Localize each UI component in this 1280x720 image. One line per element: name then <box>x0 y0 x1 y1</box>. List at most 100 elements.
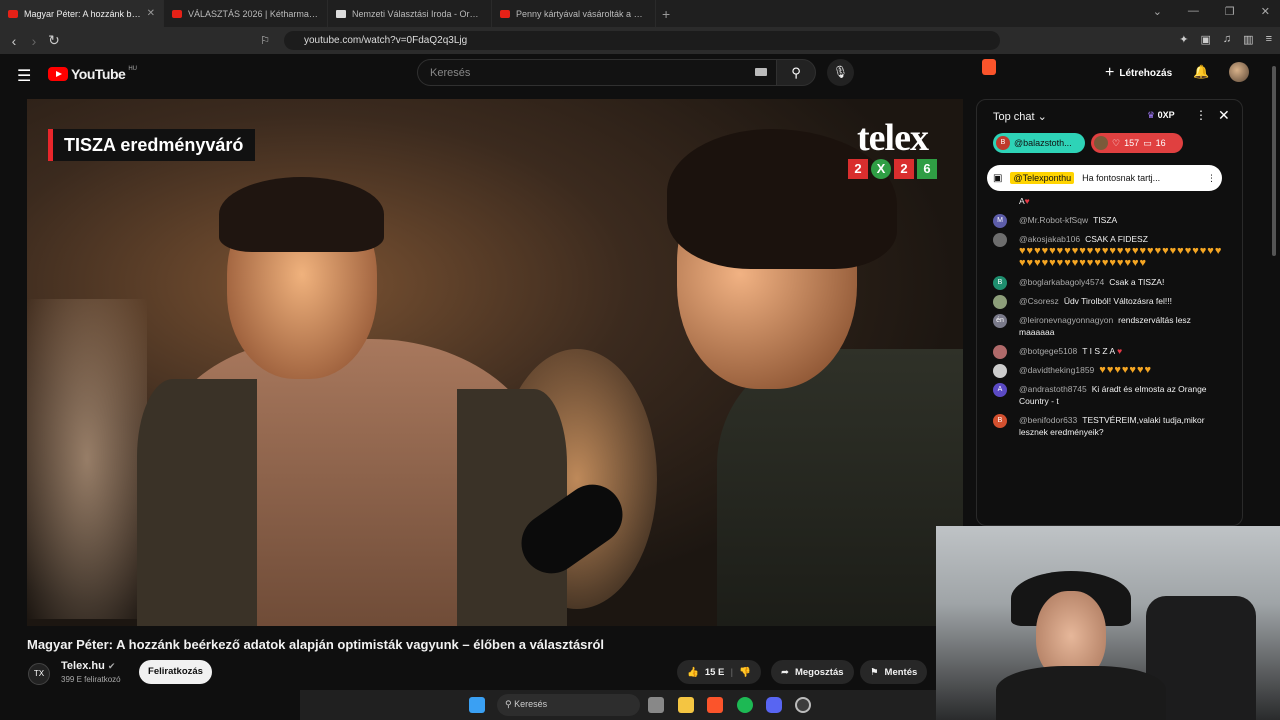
browser-tab[interactable]: Magyar Péter: A hozzánk beérkező ✕ <box>0 0 164 27</box>
task-view-icon[interactable] <box>648 697 664 713</box>
file-explorer-icon[interactable] <box>678 697 694 713</box>
heart-icon: ♥ <box>1117 346 1123 356</box>
extensions-icon[interactable]: ✦ <box>1179 33 1188 46</box>
taskbar-search-label: Keresés <box>514 699 548 709</box>
keyboard-icon[interactable] <box>755 68 767 76</box>
url-field[interactable]: youtube.com/watch?v=0FdaQ2q3Ljg <box>284 31 1000 50</box>
chevron-down-icon[interactable]: ⌄ <box>1153 5 1162 18</box>
address-bar: ‹ › ↻ ⚐ youtube.com/watch?v=0FdaQ2q3Ljg … <box>0 27 1280 75</box>
notifications-icon[interactable]: 🔔 <box>1193 64 1209 80</box>
chat-message[interactable]: M @Mr.Robot-kfSqw TISZA <box>977 211 1242 230</box>
avatar[interactable] <box>1229 62 1249 82</box>
new-tab-icon[interactable]: + <box>662 6 670 22</box>
logo-region: HU <box>128 66 137 72</box>
share-button[interactable]: ➦ Megosztás <box>771 660 854 684</box>
channel-name-text: Telex.hu <box>61 660 105 672</box>
chevron-down-icon: ⌄ <box>1037 111 1047 123</box>
chat-message[interactable]: B @benifodor633 TESTVÉREIM,valaki tudja,m… <box>977 411 1242 442</box>
browser-tab[interactable]: Penny kártyával vásárolták a Fidesznek <box>492 0 656 27</box>
chat-message[interactable]: @davidtheking1859 ♥♥♥♥♥♥♥ <box>977 361 1242 380</box>
forward-icon[interactable]: › <box>24 33 44 49</box>
voice-search-button[interactable]: 🎙 <box>827 59 854 86</box>
tab-title: Nemzeti Választási Iroda - Országgyű <box>352 8 483 19</box>
chat-avatar: B <box>993 414 1007 428</box>
ticker-user: @balazstoth... <box>1014 138 1072 148</box>
browser-tab[interactable]: Nemzeti Választási Iroda - Országgyű <box>328 0 492 27</box>
chat-avatar: B <box>993 276 1007 290</box>
obs-icon[interactable] <box>795 697 811 713</box>
menu-icon[interactable]: ≡ <box>1266 33 1272 46</box>
browser-tab[interactable]: VÁLASZTÁS 2026 | Kétharmad közel <box>164 0 328 27</box>
tab-title: Penny kártyával vásárolták a Fidesznek <box>516 8 647 19</box>
video-player[interactable]: TISZA eredményváró telex 2 X 2 6 <box>27 99 963 626</box>
hoodie <box>996 666 1166 720</box>
sidebar-icon[interactable]: ▥ <box>1243 33 1253 46</box>
telex-box: X <box>871 159 891 179</box>
chat-avatar <box>993 345 1007 359</box>
like-icon[interactable]: 👍 <box>687 667 699 678</box>
save-label: Mentés <box>884 666 918 678</box>
back-icon[interactable]: ‹ <box>4 33 24 49</box>
telex-2026: 2 X 2 6 <box>848 159 937 179</box>
message-text: TISZA <box>1093 215 1118 225</box>
logo-text: YouTube <box>71 66 126 82</box>
maximize-icon[interactable]: ❐ <box>1225 5 1235 18</box>
telex-box: 2 <box>894 159 914 179</box>
chat-avatar: én <box>993 314 1007 328</box>
spotify-icon[interactable] <box>737 697 753 713</box>
chat-message[interactable]: A♥ <box>977 192 1242 211</box>
heart-icon: ♥ <box>1024 196 1030 206</box>
music-icon[interactable]: ♫ <box>1223 33 1231 46</box>
chat-mode-selector[interactable]: Top chat ⌄ <box>993 110 1047 123</box>
close-icon[interactable]: ✕ <box>147 8 155 19</box>
dislike-icon[interactable]: 👎 <box>739 667 751 678</box>
menu-icon[interactable]: ☰ <box>17 66 31 86</box>
search-button[interactable]: ⚲ <box>776 59 816 86</box>
microphone-icon: 🎙 <box>832 65 849 79</box>
taskbar-search[interactable]: ⚲ Keresés <box>497 694 640 716</box>
chat-message[interactable]: @akosjakab106 CSAK A FIDESZ ♥♥♥♥♥♥♥♥♥♥♥♥♥… <box>977 230 1242 273</box>
message-author: @Mr.Robot-kfSqw <box>1019 215 1089 225</box>
pinned-text: Ha fontosnak tartj... <box>1082 173 1161 183</box>
chat-message[interactable]: B @boglarkabagoly4574 Csak a TISZA! <box>977 273 1242 292</box>
xp-badge[interactable]: ♛ 0XP <box>1147 110 1175 121</box>
save-button[interactable]: ⚑ Mentés <box>860 660 928 684</box>
close-icon[interactable]: ✕ <box>1218 107 1230 124</box>
discord-icon[interactable] <box>766 697 782 713</box>
more-icon[interactable]: ⋮ <box>1207 173 1216 184</box>
wallet-icon[interactable]: ▣ <box>1201 33 1211 46</box>
chat-mode: Top chat <box>993 111 1035 123</box>
like-count[interactable]: 15 E <box>705 667 725 678</box>
brave-shield-icon[interactable] <box>982 59 996 75</box>
browser-tab-bar: Magyar Péter: A hozzánk beérkező ✕ VÁLAS… <box>0 0 1280 27</box>
share-icon: ➦ <box>781 666 789 678</box>
chat-message[interactable]: én @leironevnagyonnagyon rendszerváltás l… <box>977 311 1242 342</box>
close-window-icon[interactable]: ✕ <box>1261 5 1270 18</box>
ticker-item[interactable]: B @balazstoth... <box>993 133 1085 153</box>
search-icon: ⚲ <box>791 65 801 80</box>
chat-avatar: A <box>993 383 1007 397</box>
windows-start-icon[interactable] <box>469 697 485 713</box>
subscribe-button[interactable]: Feliratkozás <box>139 660 212 684</box>
youtube-logo[interactable]: YouTube HU <box>48 66 137 82</box>
more-icon[interactable]: ⋮ <box>1195 108 1207 122</box>
channel-avatar[interactable]: TX <box>28 663 50 685</box>
create-button[interactable]: + Létrehozás <box>1105 64 1172 82</box>
channel-name[interactable]: Telex.hu ✔ <box>61 660 115 672</box>
ticker-item[interactable]: ♡ 157 ▭ 16 <box>1091 133 1183 153</box>
search-input[interactable]: Keresés <box>417 59 777 86</box>
live-chat: Top chat ⌄ ♛ 0XP ⋮ ✕ B @balazstoth... ♡ 1… <box>976 99 1243 526</box>
pinned-message[interactable]: ▣ @Telexponthu Ha fontosnak tartj... ⋮ <box>987 165 1222 191</box>
chat-message[interactable]: @botgege5108 T I S Z A ♥ <box>977 342 1242 361</box>
page-scrollbar[interactable] <box>1272 66 1276 256</box>
minimize-icon[interactable]: — <box>1188 5 1199 18</box>
subscriber-count: 399 E feliratkozó <box>61 675 121 684</box>
reload-icon[interactable]: ↻ <box>44 32 64 49</box>
chat-message[interactable]: A @andrastoth8745 Ki áradt és elmosta az … <box>977 380 1242 411</box>
bookmark-icon[interactable]: ⚐ <box>255 34 275 47</box>
message-text: Üdv Tirolból! Változásra fel!!! <box>1063 296 1172 306</box>
brave-icon[interactable] <box>707 697 723 713</box>
chat-message[interactable]: @Csoresz Üdv Tirolból! Változásra fel!!! <box>977 292 1242 311</box>
window-controls: ⌄ — ❐ ✕ <box>1153 5 1270 18</box>
share-label: Megosztás <box>794 666 844 678</box>
